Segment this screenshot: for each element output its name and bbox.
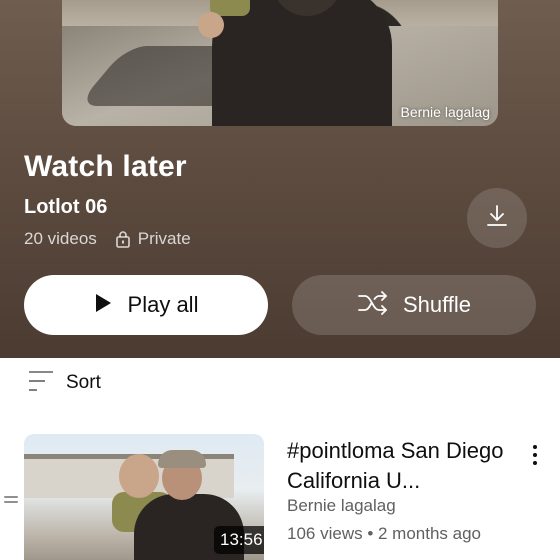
thumb-child-head xyxy=(119,454,159,498)
video-duration-badge: 13:56 xyxy=(214,526,264,554)
shuffle-label: Shuffle xyxy=(402,292,472,317)
play-icon xyxy=(94,293,112,318)
sort-button[interactable]: Sort xyxy=(28,368,101,398)
playlist-header: Bernie lagalag Watch later Lotlot 06 20 … xyxy=(0,0,560,358)
drag-handle-icon[interactable] xyxy=(4,496,18,506)
download-button[interactable] xyxy=(467,188,527,248)
sort-label: Sort xyxy=(66,372,101,393)
video-thumbnail[interactable]: 13:56 xyxy=(24,434,264,560)
play-all-label: Play all xyxy=(127,292,199,317)
cover-hand xyxy=(198,12,224,38)
shuffle-icon xyxy=(357,290,389,321)
sort-icon xyxy=(28,370,54,397)
privacy-label: Private xyxy=(137,229,191,248)
playlist-cover-image[interactable]: Bernie lagalag xyxy=(62,0,498,126)
playlist-meta: 20 videos Private xyxy=(24,229,191,249)
video-stats: 106 views • 2 months ago xyxy=(287,524,482,543)
download-icon xyxy=(486,204,508,233)
list-item[interactable]: 13:56 #pointloma San Diego California U.… xyxy=(0,432,560,560)
cover-person xyxy=(212,0,392,126)
more-vert-icon[interactable] xyxy=(524,440,546,470)
thumb-cap xyxy=(158,450,206,468)
playlist-title: Watch later xyxy=(24,150,187,183)
playlist-owner[interactable]: Lotlot 06 xyxy=(24,196,107,219)
video-title[interactable]: #pointloma San Diego California U... xyxy=(287,436,517,496)
video-count: 20 videos xyxy=(24,229,97,248)
video-channel[interactable]: Bernie lagalag xyxy=(287,496,396,516)
cover-credit: Bernie lagalag xyxy=(400,104,490,120)
shuffle-button[interactable]: Shuffle xyxy=(292,275,536,335)
lock-icon xyxy=(115,230,131,248)
play-all-button[interactable]: Play all xyxy=(24,275,268,335)
